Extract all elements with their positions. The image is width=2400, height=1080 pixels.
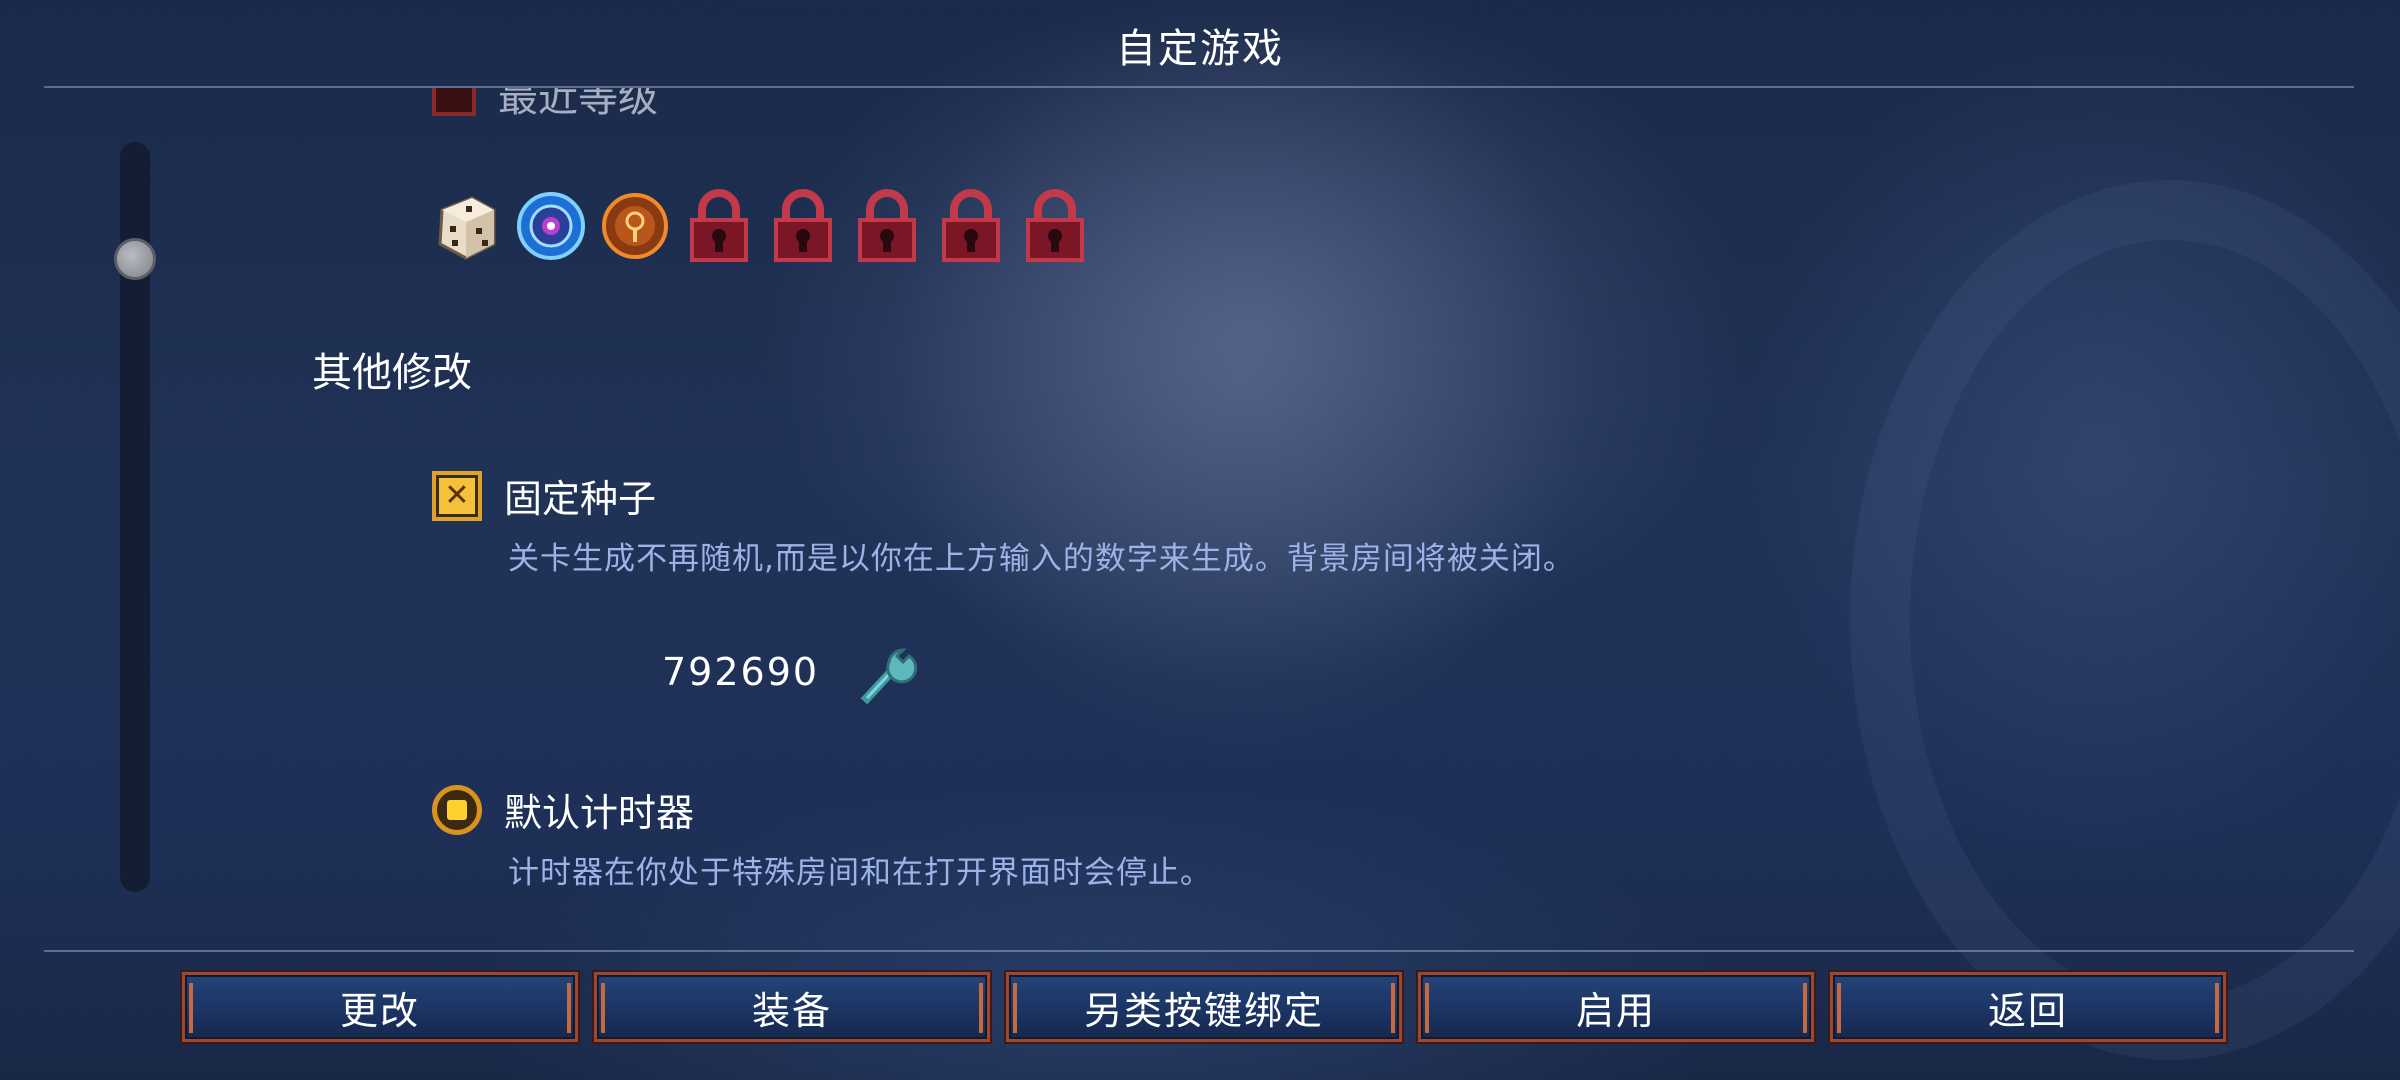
alt-keybind-button[interactable]: 另类按键绑定 xyxy=(1006,972,1402,1042)
lock-icon xyxy=(1020,188,1090,264)
lock-icon xyxy=(768,188,838,264)
enable-button[interactable]: 启用 xyxy=(1418,972,1814,1042)
default-timer-description: 计时器在你处于特殊房间和在打开界面时会停止。 xyxy=(508,855,1212,891)
orange-rune-icon[interactable] xyxy=(600,188,670,264)
change-button[interactable]: 更改 xyxy=(182,972,578,1042)
scrollbar-thumb[interactable] xyxy=(114,238,156,280)
modifier-icon-row xyxy=(432,188,1090,264)
blue-rune-icon[interactable] xyxy=(516,188,586,264)
header-divider xyxy=(44,86,2354,88)
default-timer-option[interactable]: 默认计时器 计时器在你处于特殊房间和在打开界面时会停止。 xyxy=(432,782,1212,892)
checkmark-x-icon: ✕ xyxy=(439,477,475,514)
default-timer-radio[interactable] xyxy=(432,784,482,835)
footer-divider xyxy=(44,950,2354,952)
seed-value: 792690 xyxy=(662,650,820,694)
lock-icon xyxy=(852,188,922,264)
bottom-button-bar: 更改 装备 另类按键绑定 启用 返回 xyxy=(182,972,2226,1042)
fixed-seed-title: 固定种子 xyxy=(504,477,657,521)
previous-option-row[interactable]: 最近等级 xyxy=(432,75,658,118)
lock-icon xyxy=(936,188,1006,264)
page-title: 自定游戏 xyxy=(1116,26,1284,72)
back-button[interactable]: 返回 xyxy=(1830,972,2226,1042)
wrench-icon[interactable] xyxy=(859,640,919,705)
default-timer-title: 默认计时器 xyxy=(504,791,695,835)
lock-icon xyxy=(684,188,754,264)
seed-value-row: 792690 xyxy=(662,640,919,705)
background-moon xyxy=(1850,180,2400,1060)
radio-selected-indicator xyxy=(447,799,467,820)
dice-icon[interactable] xyxy=(432,188,502,264)
previous-option-label: 最近等级 xyxy=(498,75,658,118)
fixed-seed-description: 关卡生成不再随机,而是以你在上方输入的数字来生成。背景房间将被关闭。 xyxy=(508,541,1575,577)
equip-button[interactable]: 装备 xyxy=(594,972,990,1042)
previous-option-checkbox[interactable] xyxy=(432,88,476,116)
fixed-seed-option[interactable]: ✕ 固定种子 关卡生成不再随机,而是以你在上方输入的数字来生成。背景房间将被关闭… xyxy=(432,468,1575,578)
fixed-seed-checkbox[interactable]: ✕ xyxy=(432,470,482,521)
background-castle xyxy=(860,40,1620,800)
section-heading: 其他修改 xyxy=(312,350,472,396)
